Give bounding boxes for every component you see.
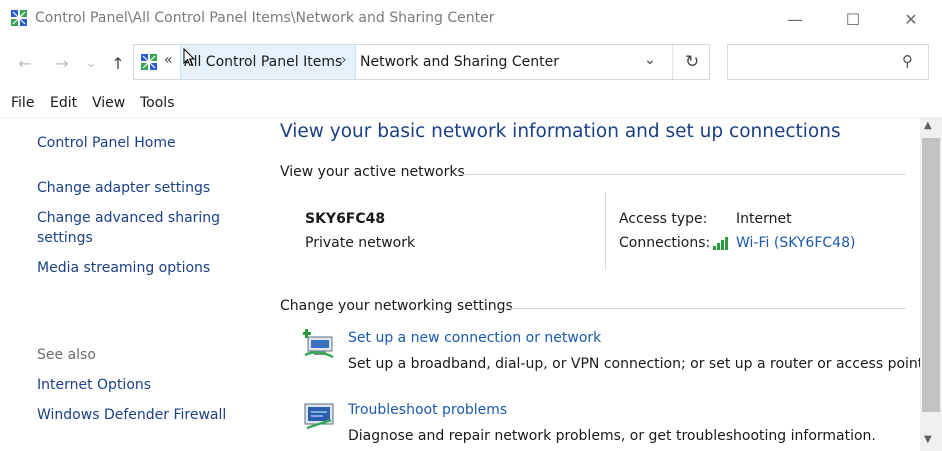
- troubleshoot-icon: [304, 403, 334, 430]
- setup-connection-link[interactable]: Set up a new connection or network: [348, 330, 601, 346]
- scroll-up-icon[interactable]: ▲: [924, 120, 932, 131]
- minimize-icon: —: [787, 9, 803, 29]
- access-type-label: Access type:: [619, 211, 708, 227]
- network-category[interactable]: Private network: [305, 235, 415, 251]
- network-divider: [605, 192, 606, 270]
- scrollbar-thumb[interactable]: [922, 138, 940, 412]
- address-divider: [672, 45, 673, 79]
- access-type-value: Internet: [736, 211, 792, 227]
- internet-options-link[interactable]: Internet Options: [37, 377, 151, 393]
- breadcrumb-separator-icon[interactable]: ›: [341, 52, 347, 68]
- menu-view[interactable]: View: [92, 95, 125, 111]
- menu-divider: [0, 117, 942, 118]
- search-icon[interactable]: ⚲: [902, 52, 913, 70]
- change-advanced-sharing-link-line2[interactable]: settings: [37, 230, 93, 246]
- section-divider: [458, 174, 906, 175]
- maximize-icon: ☐: [845, 9, 861, 29]
- back-button[interactable]: ←: [13, 50, 37, 76]
- back-arrow-icon: ←: [18, 53, 32, 73]
- wifi-signal-icon: [713, 237, 728, 250]
- window-title: Control Panel\All Control Panel Items\Ne…: [35, 10, 495, 26]
- change-advanced-sharing-link[interactable]: Change advanced sharing: [37, 210, 220, 226]
- menu-edit[interactable]: Edit: [50, 95, 77, 111]
- refresh-icon[interactable]: ↻: [685, 52, 699, 72]
- close-button[interactable]: ✕: [882, 0, 940, 38]
- windows-defender-firewall-link[interactable]: Windows Defender Firewall: [37, 407, 226, 423]
- up-button[interactable]: ↑: [106, 50, 130, 76]
- network-name: SKY6FC48: [305, 211, 386, 227]
- change-adapter-settings-link[interactable]: Change adapter settings: [37, 180, 210, 196]
- media-streaming-options-link[interactable]: Media streaming options: [37, 260, 210, 276]
- search-input[interactable]: [727, 44, 929, 80]
- up-arrow-icon: ↑: [111, 53, 125, 73]
- control-panel-home-link[interactable]: Control Panel Home: [37, 135, 176, 151]
- control-panel-icon: [11, 10, 27, 26]
- maximize-button[interactable]: ☐: [824, 0, 882, 38]
- setup-connection-description: Set up a broadband, dial-up, or VPN conn…: [348, 356, 928, 372]
- section-divider: [505, 308, 906, 309]
- control-panel-icon: [141, 54, 157, 70]
- see-also-heading: See also: [37, 347, 96, 363]
- active-networks-heading: View your active networks: [280, 164, 465, 180]
- menu-tools[interactable]: Tools: [140, 95, 175, 111]
- address-dropdown-icon[interactable]: ⌄: [644, 52, 656, 68]
- wifi-connection-link[interactable]: Wi-Fi (SKY6FC48): [736, 235, 855, 251]
- breadcrumb-item-all-items[interactable]: All Control Panel Items: [184, 54, 342, 70]
- new-connection-icon: [303, 329, 334, 359]
- troubleshoot-problems-link[interactable]: Troubleshoot problems: [348, 402, 507, 418]
- troubleshoot-description: Diagnose and repair network problems, or…: [348, 428, 876, 444]
- connections-label: Connections:: [619, 235, 711, 251]
- page-title: View your basic network information and …: [280, 121, 841, 142]
- breadcrumb-item-current[interactable]: Network and Sharing Center: [360, 54, 559, 70]
- scroll-down-icon[interactable]: ▼: [924, 434, 932, 445]
- recent-locations-button[interactable]: ⌄: [82, 50, 100, 76]
- menu-file[interactable]: File: [11, 95, 34, 111]
- mouse-cursor-icon: [183, 48, 195, 67]
- change-settings-heading: Change your networking settings: [280, 298, 513, 314]
- forward-button[interactable]: →: [50, 50, 74, 76]
- close-icon: ✕: [904, 9, 918, 29]
- chevron-down-icon: ⌄: [85, 55, 97, 71]
- breadcrumb-overflow-icon[interactable]: «: [164, 52, 173, 68]
- forward-arrow-icon: →: [55, 53, 69, 73]
- minimize-button[interactable]: —: [766, 0, 824, 38]
